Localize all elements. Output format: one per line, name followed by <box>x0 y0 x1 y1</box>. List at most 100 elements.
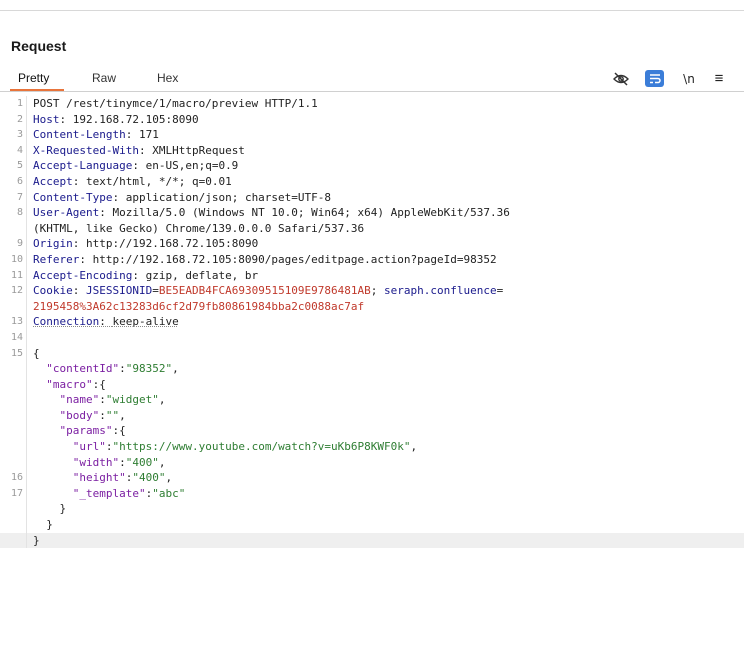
gutter-divider <box>26 454 27 471</box>
gutter-divider <box>26 423 27 440</box>
code-token: : <box>59 112 73 126</box>
line-number: 5 <box>16 160 23 172</box>
gutter-divider <box>26 407 27 424</box>
gutter-divider <box>26 485 27 502</box>
gutter-divider <box>26 189 27 206</box>
code-token: : <box>72 237 86 251</box>
line-number: 10 <box>10 253 23 265</box>
code-text: X-Requested-With: XMLHttpRequest <box>33 143 245 159</box>
code-line: } <box>0 532 744 549</box>
code-line: 10 Referer: http://192.168.72.105:8090/pa… <box>0 251 744 268</box>
line-number: 7 <box>16 191 23 203</box>
code-text: Cookie: JSESSIONID=BE5EADB4FCA6930951510… <box>33 283 503 299</box>
panel-title: Request <box>11 38 67 54</box>
json-key: "url" <box>72 440 106 454</box>
code-token: = <box>496 284 504 298</box>
code-line: 15 { <box>0 345 744 362</box>
code-token: } <box>33 502 67 516</box>
code-text: Host: 192.168.72.105:8090 <box>33 112 199 128</box>
code-text: Connection: keep-alive <box>33 314 179 330</box>
menu-icon[interactable]: ≡ <box>712 70 726 87</box>
tab-pretty[interactable]: Pretty <box>18 71 49 85</box>
wrap-lines-icon[interactable] <box>645 70 664 87</box>
line-number: 15 <box>10 347 23 359</box>
header-value: gzip, deflate, br <box>145 268 259 282</box>
code-text: "name":"widget", <box>33 392 166 408</box>
header-name: Content-Type <box>33 190 113 204</box>
gutter-divider <box>26 267 27 284</box>
code-token: : <box>72 284 86 298</box>
code-token: : <box>112 190 126 204</box>
code-token: : <box>99 206 113 220</box>
gutter-divider <box>26 501 27 518</box>
code-line: 4 X-Requested-With: XMLHttpRequest <box>0 142 744 159</box>
gutter-divider <box>26 205 27 221</box>
gutter-divider <box>26 470 27 486</box>
code-line: 2195458%3A62c13283d6cf2d79fb80861984bba2… <box>0 298 744 315</box>
header-value: 171 <box>138 128 159 142</box>
top-divider <box>0 10 744 11</box>
tab-raw[interactable]: Raw <box>92 71 116 85</box>
header-name: X-Requested-With <box>33 143 139 157</box>
code-text: User-Agent: Mozilla/5.0 (Windows NT 10.0… <box>33 205 510 221</box>
cookie-value: BE5EADB4FCA69309515109E9786481AB <box>158 284 371 298</box>
header-name: Connection <box>33 315 100 329</box>
cookie-name: seraph.confluence <box>384 284 497 298</box>
code-line: } <box>0 501 744 518</box>
code-line: "body":"", <box>0 407 744 424</box>
code-text: "height":"400", <box>33 470 172 486</box>
code-line: 2 Host: 192.168.72.105:8090 <box>0 111 744 128</box>
code-token: , <box>410 440 418 454</box>
code-token: ; <box>370 284 385 298</box>
gutter-divider <box>26 283 27 299</box>
code-text: Referer: http://192.168.72.105:8090/page… <box>33 252 497 268</box>
json-key: "macro" <box>46 377 93 391</box>
code-token: } <box>33 533 40 547</box>
json-value: "https://www.youtube.com/watch?v=uKb6P8K… <box>112 440 411 454</box>
json-value: "400" <box>125 455 159 469</box>
header-name: Content-Length <box>33 128 126 142</box>
header-name: Accept <box>33 174 73 188</box>
json-key: "body" <box>59 408 100 422</box>
code-line: 9 Origin: http://192.168.72.105:8090 <box>0 236 744 252</box>
json-key: "height" <box>72 471 126 485</box>
code-line: } <box>0 517 744 533</box>
gutter-divider <box>26 251 27 268</box>
line-number: 4 <box>16 144 23 156</box>
eye-slash-icon[interactable] <box>612 70 630 87</box>
gutter-divider <box>26 376 27 393</box>
header-name: Referer <box>33 252 80 266</box>
code-line: "params":{ <box>0 423 744 440</box>
tab-hex[interactable]: Hex <box>157 71 178 85</box>
code-token: : <box>119 362 126 376</box>
code-text: Content-Length: 171 <box>33 127 159 143</box>
show-newlines-toggle[interactable]: \n <box>681 70 697 87</box>
request-editor[interactable]: 1 POST /rest/tinymce/1/macro/preview HTTP… <box>0 96 744 549</box>
gutter-divider <box>26 532 27 549</box>
code-token: : <box>119 455 126 469</box>
json-value: "98352" <box>125 362 173 376</box>
code-line: "contentId":"98352", <box>0 361 744 377</box>
gutter-divider <box>26 439 27 455</box>
gutter-divider <box>26 345 27 362</box>
gutter-divider <box>26 361 27 377</box>
code-text: "contentId":"98352", <box>33 361 178 377</box>
code-token: , <box>165 471 173 485</box>
code-token: , <box>119 408 126 422</box>
code-token: , <box>158 393 166 407</box>
view-tabs: Pretty Raw Hex \n ≡ <box>0 66 744 92</box>
json-value: "widget" <box>105 393 159 407</box>
code-text: Origin: http://192.168.72.105:8090 <box>33 236 258 252</box>
header-value: text/html, */*; q=0.01 <box>86 174 232 188</box>
code-text: Accept-Language: en-US,en;q=0.9 <box>33 158 238 174</box>
line-number: 1 <box>16 98 23 109</box>
code-token: :{ <box>112 424 126 438</box>
code-text: "width":"400", <box>33 455 166 471</box>
code-token: : <box>138 143 153 157</box>
header-value: (KHTML, like Gecko) Chrome/139.0.0.0 Saf… <box>33 221 365 235</box>
